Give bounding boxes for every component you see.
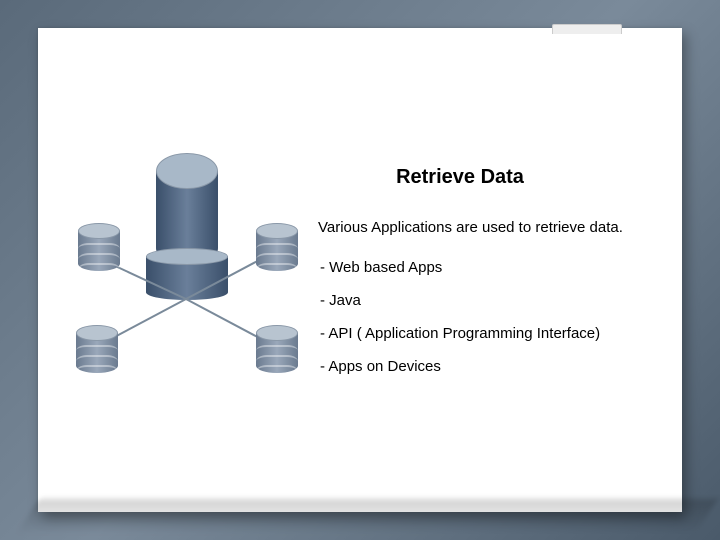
- node-database-icon: [256, 223, 298, 279]
- bullet-list: Web based Apps Java API ( Application Pr…: [318, 251, 662, 383]
- slide-content: Retrieve Data Various Applications are u…: [38, 28, 682, 512]
- node-database-icon: [78, 223, 120, 279]
- list-item: Web based Apps: [318, 251, 662, 284]
- slide-card: Retrieve Data Various Applications are u…: [38, 28, 682, 512]
- list-item: Apps on Devices: [318, 350, 662, 383]
- list-item: API ( Application Programming Interface): [318, 317, 662, 350]
- node-database-icon: [256, 325, 298, 381]
- slide-title: Retrieve Data: [318, 166, 662, 189]
- list-item: Java: [318, 284, 662, 317]
- database-diagram: [68, 153, 303, 403]
- text-block: Retrieve Data Various Applications are u…: [318, 166, 662, 383]
- slide-intro: Various Applications are used to retriev…: [318, 213, 662, 243]
- node-database-icon: [76, 325, 118, 381]
